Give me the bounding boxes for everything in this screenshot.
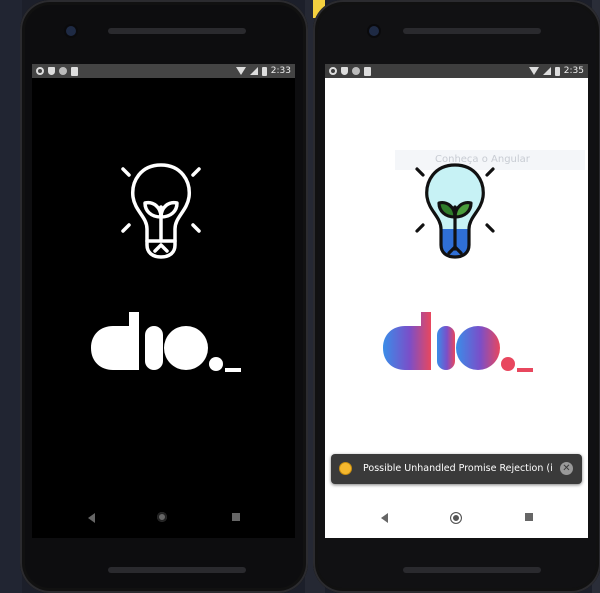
status-bar: 2:33 — [32, 64, 295, 78]
editor-left-edge — [0, 0, 22, 593]
home-icon[interactable] — [450, 512, 462, 524]
toast-message: Possible Unhandled Promise Rejection (id… — [363, 463, 553, 474]
home-icon[interactable] — [157, 512, 167, 522]
status-time: 2:33 — [270, 66, 291, 76]
back-icon[interactable] — [88, 513, 95, 523]
front-camera — [369, 26, 379, 36]
top-speaker — [108, 28, 246, 34]
close-icon[interactable]: ✕ — [560, 462, 573, 475]
status-bar: 2:35 — [325, 64, 588, 78]
gear-icon — [36, 67, 44, 75]
android-nav-bar — [325, 508, 588, 530]
dot-icon — [59, 67, 67, 75]
back-icon[interactable] — [381, 513, 388, 523]
warning-toast[interactable]: Possible Unhandled Promise Rejection (id… — [331, 454, 582, 484]
wifi-icon — [235, 67, 246, 75]
lightbulb-plant-icon — [415, 163, 495, 259]
top-speaker — [403, 28, 541, 34]
battery-icon — [261, 66, 267, 76]
lightbulb-plant-icon — [121, 163, 201, 259]
signal-icon — [542, 67, 551, 75]
phone-screen[interactable]: 2:35 Conheça o Angular Possible Unhandle… — [325, 64, 588, 538]
signal-icon — [249, 67, 258, 75]
battery-icon — [554, 66, 560, 76]
recents-icon[interactable] — [525, 513, 533, 521]
dot-icon — [352, 67, 360, 75]
sdcard-icon — [364, 66, 371, 76]
status-time: 2:35 — [563, 66, 584, 76]
dio-logo — [91, 312, 241, 372]
emulator-phone-dark: 2:33 — [20, 0, 308, 593]
android-nav-bar — [32, 508, 295, 530]
shield-icon — [341, 67, 348, 75]
front-camera — [66, 26, 76, 36]
bottom-speaker — [403, 567, 541, 573]
shield-icon — [48, 67, 55, 75]
phone-screen[interactable]: 2:33 — [32, 64, 295, 538]
bottom-speaker — [108, 567, 246, 573]
recents-icon[interactable] — [232, 513, 240, 521]
gear-icon — [329, 67, 337, 75]
wifi-icon — [528, 67, 539, 75]
sdcard-icon — [71, 66, 78, 76]
emulator-phone-light: 2:35 Conheça o Angular Possible Unhandle… — [313, 0, 600, 593]
dio-logo — [383, 312, 533, 372]
warning-dot-icon — [339, 462, 352, 475]
